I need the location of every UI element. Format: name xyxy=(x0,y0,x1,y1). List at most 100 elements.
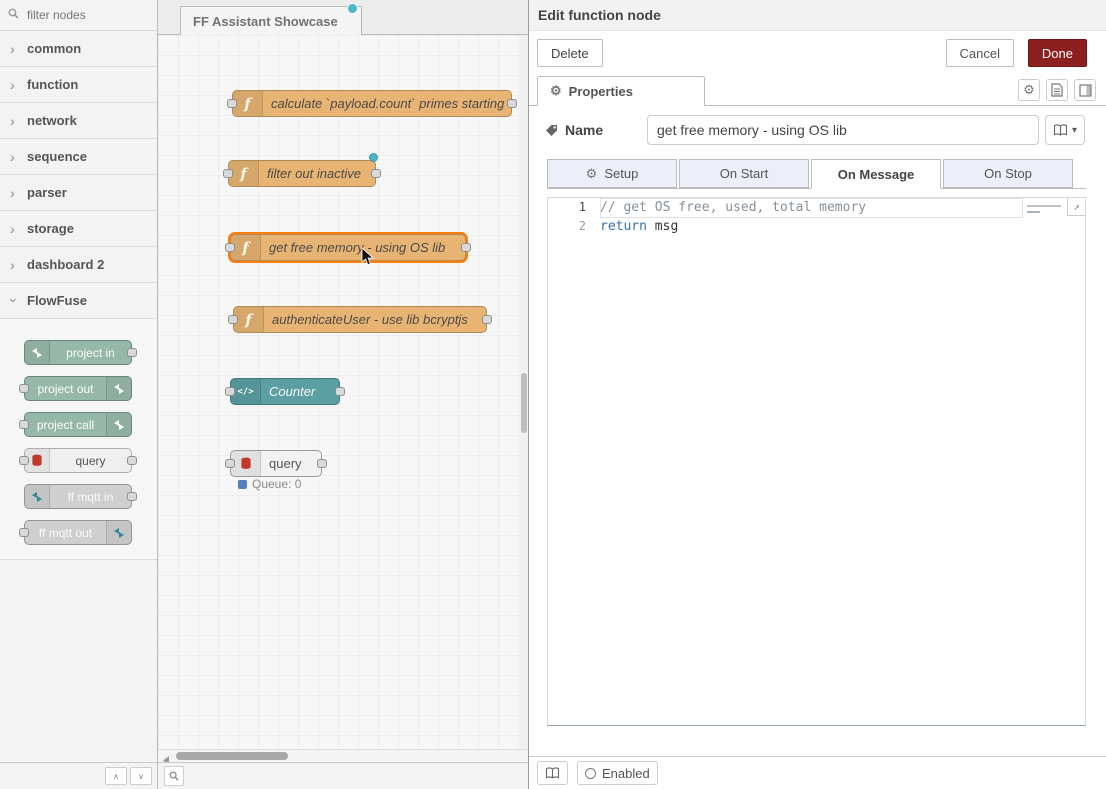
enabled-circle-icon xyxy=(585,768,596,779)
node-label: Counter xyxy=(261,379,339,404)
edit-panel-title: Edit function node xyxy=(538,7,661,23)
category-label: storage xyxy=(27,221,74,236)
project-arrows-icon xyxy=(25,341,50,364)
caret-down-icon: ▾ xyxy=(1072,125,1077,136)
node-red-app: ›common ›function ›network ›sequence ›pa… xyxy=(0,0,1106,789)
output-port xyxy=(317,459,327,468)
function-icon: f xyxy=(231,235,261,260)
palette-node-project-in[interactable]: project in xyxy=(24,340,132,365)
tab-label: On Stop xyxy=(984,166,1032,181)
chevron-right-icon: › xyxy=(10,113,18,129)
chevron-right-icon: › xyxy=(10,257,18,273)
node-settings-button[interactable]: ⚙ xyxy=(1018,79,1040,101)
expand-all-button[interactable]: ∨ xyxy=(130,767,152,785)
canvas-vertical-scrollbar[interactable] xyxy=(520,35,528,750)
node-label: query xyxy=(261,451,321,476)
node-get-free-memory[interactable]: f get free memory - using OS lib xyxy=(230,234,466,261)
palette-node-project-out[interactable]: project out xyxy=(24,376,132,401)
done-button[interactable]: Done xyxy=(1028,39,1087,67)
horizontal-scroll-thumb[interactable] xyxy=(176,752,288,760)
cancel-button[interactable]: Cancel xyxy=(946,39,1014,67)
workspace: FF Assistant Showcase f calculate `paylo… xyxy=(158,0,528,789)
node-label: authenticateUser - use lib bcryptjs xyxy=(264,307,486,332)
category-label: FlowFuse xyxy=(27,293,87,308)
vertical-scroll-thumb[interactable] xyxy=(521,373,527,433)
chevron-right-icon: › xyxy=(10,221,18,237)
palette-footer: ∧ ∨ xyxy=(0,762,157,789)
status-text: Queue: 0 xyxy=(252,477,301,491)
database-icon xyxy=(231,451,261,476)
flow-tab-label: FF Assistant Showcase xyxy=(193,14,338,29)
palette-node-label: ff mqtt in xyxy=(50,485,131,508)
project-arrows-icon xyxy=(106,377,131,400)
delete-button[interactable]: Delete xyxy=(537,39,603,67)
tab-properties[interactable]: ⚙ Properties xyxy=(537,76,705,106)
category-label: sequence xyxy=(27,149,87,164)
tab-on-message[interactable]: On Message xyxy=(811,159,941,189)
document-icon xyxy=(1051,83,1063,97)
enabled-toggle-button[interactable]: Enabled xyxy=(577,761,658,785)
search-icon xyxy=(8,6,19,24)
gear-icon: ⚙ xyxy=(1023,82,1035,98)
chevron-right-icon: › xyxy=(10,149,18,165)
code-editor[interactable]: 1 // get OS free, used, total memory 2 r… xyxy=(547,197,1086,726)
palette-category-parser[interactable]: ›parser xyxy=(0,175,157,211)
output-port xyxy=(461,243,471,252)
node-appearance-button[interactable] xyxy=(1074,79,1096,101)
code-line-2: 2 return msg xyxy=(548,217,1085,236)
input-port xyxy=(225,459,235,468)
canvas-footer xyxy=(158,762,528,789)
palette-category-sequence[interactable]: › sequence xyxy=(0,139,157,175)
function-icon: f xyxy=(229,161,259,186)
node-label: filter out inactive xyxy=(259,161,375,186)
tab-setup[interactable]: ⚙ Setup xyxy=(547,159,677,188)
mqtt-icon xyxy=(106,521,131,544)
node-query[interactable]: query xyxy=(230,450,322,477)
tab-on-stop[interactable]: On Stop xyxy=(943,159,1073,188)
input-port xyxy=(225,243,235,252)
palette-category-function[interactable]: ›function xyxy=(0,67,157,103)
output-port xyxy=(371,169,381,178)
canvas-horizontal-scrollbar[interactable] xyxy=(158,749,528,763)
zoom-search-button[interactable] xyxy=(164,766,184,786)
palette-node-ff-mqtt-in[interactable]: ff mqtt in xyxy=(24,484,132,509)
node-counter[interactable]: </> Counter xyxy=(230,378,340,405)
palette-category-dashboard2[interactable]: › dashboard 2 xyxy=(0,247,157,283)
layout-icon xyxy=(1079,84,1092,97)
line-number: 2 xyxy=(548,217,600,236)
palette-category-storage[interactable]: › storage xyxy=(0,211,157,247)
palette-node-ff-mqtt-out[interactable]: ff mqtt out xyxy=(24,520,132,545)
palette-category-network[interactable]: › network xyxy=(0,103,157,139)
palette-node-query[interactable]: query xyxy=(24,448,132,473)
category-label: dashboard 2 xyxy=(27,257,104,272)
node-calculate-primes[interactable]: f calculate `payload.count` primes start… xyxy=(232,90,512,117)
code-keyword: return xyxy=(600,219,647,234)
gear-icon: ⚙ xyxy=(586,166,598,182)
palette-category-flowfuse[interactable]: ›FlowFuse xyxy=(0,283,157,319)
name-input[interactable] xyxy=(647,115,1039,145)
code-comment: // get OS free, used, total memory xyxy=(600,198,866,217)
gear-icon: ⚙ xyxy=(550,83,562,99)
editor-expand-button[interactable]: ↗ xyxy=(1067,198,1085,216)
output-port xyxy=(335,387,345,396)
palette-node-project-call[interactable]: project call xyxy=(24,412,132,437)
node-description-button[interactable] xyxy=(1046,79,1068,101)
editor-minimap xyxy=(1027,202,1065,213)
palette-flowfuse-nodes: project in project out project call quer… xyxy=(0,319,157,560)
palette-search-input[interactable] xyxy=(25,7,139,23)
flow-tab[interactable]: FF Assistant Showcase xyxy=(180,6,362,35)
palette-node-label: project in xyxy=(50,341,131,364)
tab-on-start[interactable]: On Start xyxy=(679,159,809,188)
library-button[interactable] xyxy=(537,761,568,785)
category-label: network xyxy=(27,113,77,128)
input-port xyxy=(228,315,238,324)
library-dropdown-button[interactable]: ▾ xyxy=(1045,115,1085,145)
category-label: parser xyxy=(27,185,67,200)
node-label: get free memory - using OS lib xyxy=(261,235,465,260)
node-authenticate-user[interactable]: f authenticateUser - use lib bcryptjs xyxy=(233,306,487,333)
flow-canvas[interactable]: f calculate `payload.count` primes start… xyxy=(158,35,528,750)
flow-modified-dot-icon xyxy=(347,3,358,14)
node-filter-out-inactive[interactable]: f filter out inactive xyxy=(228,160,376,187)
collapse-all-button[interactable]: ∧ xyxy=(105,767,127,785)
palette-category-common[interactable]: ›common xyxy=(0,31,157,67)
